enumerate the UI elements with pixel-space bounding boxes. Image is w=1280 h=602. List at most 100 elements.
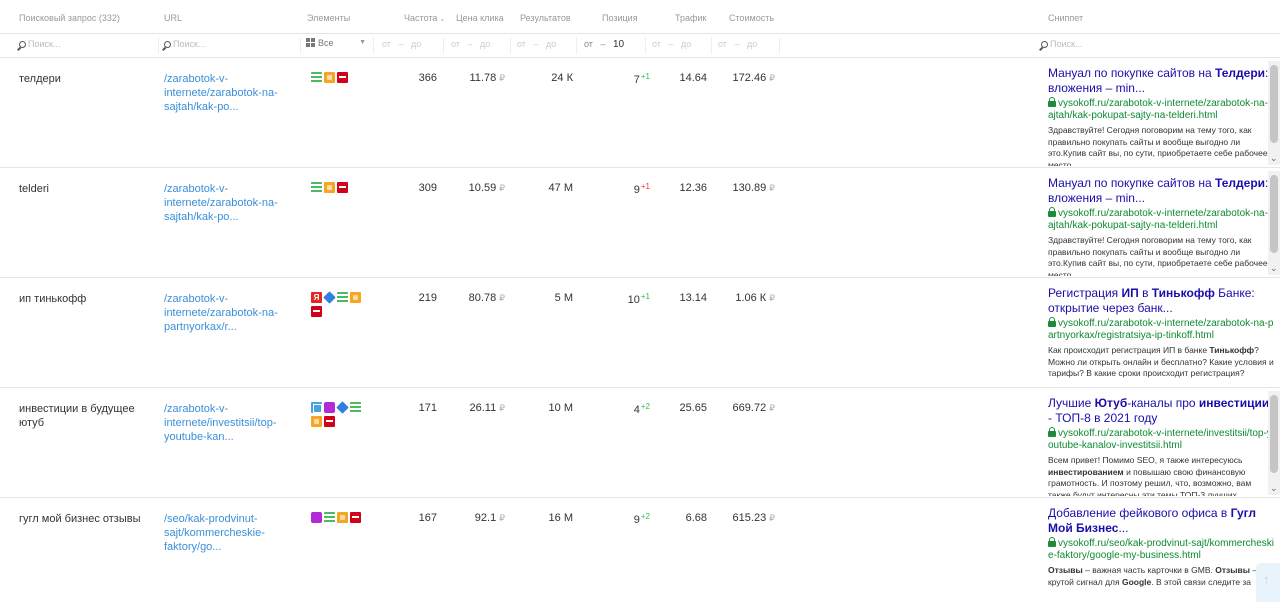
snippet-scrollbar[interactable]: ⌄: [1268, 61, 1280, 165]
query-text[interactable]: ип тинькофф: [19, 292, 149, 306]
results-value: 24 К: [551, 72, 573, 84]
snippet-title[interactable]: Добавление фейкового офиса в Гугл Мой Би…: [1048, 506, 1276, 536]
traffic-value: 13.14: [679, 292, 707, 304]
cost-number: 130.89: [732, 182, 767, 194]
currency-sign: ₽: [499, 73, 505, 83]
range-from[interactable]: от: [451, 39, 460, 49]
cost-range-filter[interactable]: от – до: [718, 39, 757, 49]
col-elements-header[interactable]: Элементы: [307, 13, 350, 23]
table-row[interactable]: telderi /zarabotok-v-internete/zarabotok…: [0, 168, 1280, 278]
serp-elements: [311, 72, 369, 86]
chevron-down-icon[interactable]: ⌄: [1270, 263, 1278, 274]
traffic-range-filter[interactable]: от – до: [652, 39, 691, 49]
range-to[interactable]: до: [546, 39, 556, 49]
cost-number: 172.46: [732, 72, 767, 84]
position-delta: +2: [640, 402, 650, 411]
snippet-url[interactable]: vysokoff.ru/zarabotok-v-internete/zarabo…: [1048, 207, 1276, 232]
url-link[interactable]: /zarabotok-v-internete/zarabotok-na-sajt…: [164, 72, 286, 114]
range-from[interactable]: от: [718, 39, 727, 49]
yandex-letter: Я: [313, 293, 320, 302]
url-link[interactable]: /zarabotok-v-internete/zarabotok-na-part…: [164, 292, 286, 334]
col-url-header[interactable]: URL: [164, 13, 182, 23]
snippet-title[interactable]: Лучшие Ютуб-каналы про инвестиции - ТОП-…: [1048, 396, 1276, 426]
range-dash: –: [600, 39, 606, 49]
position-number: 7: [633, 74, 640, 86]
chevron-down-icon[interactable]: ⌄: [1270, 153, 1278, 164]
position-to-value[interactable]: 10: [613, 39, 624, 50]
cpc-range-filter[interactable]: от – до: [451, 39, 490, 49]
chevron-down-icon[interactable]: ⌄: [1270, 483, 1278, 494]
results-value: 10 М: [548, 402, 573, 414]
scrollbar-thumb[interactable]: [1270, 175, 1278, 253]
url-link[interactable]: /seo/kak-prodvinut-sajt/kommercheskie-fa…: [164, 512, 286, 554]
snippet-url[interactable]: vysokoff.ru/zarabotok-v-internete/invest…: [1048, 427, 1276, 452]
table-row[interactable]: гугл мой бизнес отзывы /seo/kak-prodvinu…: [0, 498, 1280, 602]
position-range-filter[interactable]: от – 10: [584, 39, 624, 50]
lock-icon: [1048, 207, 1056, 217]
range-from[interactable]: от: [584, 39, 593, 49]
table-row[interactable]: инвестиции в будущее ютуб /zarabotok-v-i…: [0, 388, 1280, 498]
scrollbar-thumb[interactable]: [1270, 65, 1278, 143]
query-text[interactable]: telderi: [19, 182, 149, 196]
col-position-header[interactable]: Позиция: [602, 13, 638, 23]
elements-filter-select[interactable]: Все ▼: [306, 38, 366, 48]
url-link[interactable]: /zarabotok-v-internete/zarabotok-na-sajt…: [164, 182, 286, 224]
snippet-title[interactable]: Мануал по покупке сайтов на Телдери: вло…: [1048, 176, 1276, 206]
snippet-title[interactable]: Мануал по покупке сайтов на Телдери: вло…: [1048, 66, 1276, 96]
scroll-to-top-button[interactable]: [1256, 563, 1280, 602]
range-to[interactable]: до: [411, 39, 421, 49]
query-search-input[interactable]: Поиск...: [19, 39, 60, 49]
range-dash: –: [734, 39, 740, 49]
divider: [300, 37, 301, 54]
url-link[interactable]: /zarabotok-v-internete/investitsii/top-y…: [164, 402, 286, 444]
lines-serp-feature-icon: [324, 512, 335, 523]
query-text[interactable]: инвестиции в будущее ютуб: [19, 402, 149, 430]
snippet-url[interactable]: vysokoff.ru/zarabotok-v-internete/zarabo…: [1048, 317, 1276, 342]
snippet-url[interactable]: vysokoff.ru/zarabotok-v-internete/zarabo…: [1048, 97, 1276, 122]
range-from[interactable]: от: [382, 39, 391, 49]
snippet-url-text: vysokoff.ru/zarabotok-v-internete/zarabo…: [1048, 318, 1274, 341]
scrollbar-thumb[interactable]: [1270, 395, 1278, 473]
snippet-scrollbar[interactable]: ⌄: [1268, 391, 1280, 495]
col-cpc-header[interactable]: Цена клика: [456, 13, 504, 23]
table-row[interactable]: телдери /zarabotok-v-internete/zarabotok…: [0, 58, 1280, 168]
results-value: 5 М: [554, 292, 573, 304]
currency-sign: ₽: [499, 403, 505, 413]
range-from[interactable]: от: [517, 39, 526, 49]
col-traffic-header[interactable]: Трафик: [675, 13, 706, 23]
currency-sign: ₽: [769, 293, 775, 303]
range-to[interactable]: до: [747, 39, 757, 49]
video-serp-feature-icon: [311, 512, 322, 523]
range-to[interactable]: до: [480, 39, 490, 49]
col-query-header[interactable]: Поисковый запрос (332): [19, 13, 120, 23]
divider: [645, 37, 646, 54]
col-frequency-header[interactable]: Частота ⌄: [404, 13, 445, 23]
results-range-filter[interactable]: от – до: [517, 39, 556, 49]
traffic-value: 25.65: [679, 402, 707, 414]
snippet-scrollbar[interactable]: ⌄: [1268, 171, 1280, 275]
snippet-url-text: vysokoff.ru/zarabotok-v-internete/zarabo…: [1048, 98, 1273, 121]
red-serp-feature-icon: [337, 72, 348, 83]
table-row[interactable]: ип тинькофф /zarabotok-v-internete/zarab…: [0, 278, 1280, 388]
query-text[interactable]: телдери: [19, 72, 149, 86]
currency-sign: ₽: [499, 183, 505, 193]
sort-desc-icon: ⌄: [439, 16, 446, 23]
snippet-search-input[interactable]: Поиск...: [1041, 39, 1082, 49]
currency-sign: ₽: [769, 513, 775, 523]
frequency-range-filter[interactable]: от – до: [382, 39, 421, 49]
col-results-header[interactable]: Результатов: [520, 13, 571, 23]
snippet-title[interactable]: Регистрация ИП в Тинькофф Банке: открыти…: [1048, 286, 1276, 316]
url-search-input[interactable]: Поиск...: [164, 39, 205, 49]
query-text[interactable]: гугл мой бизнес отзывы: [19, 512, 149, 526]
lines-serp-feature-icon: [350, 402, 361, 413]
snippet-url[interactable]: vysokoff.ru/seo/kak-prodvinut-sajt/komme…: [1048, 537, 1276, 562]
col-snippet-header[interactable]: Сниппет: [1048, 13, 1083, 23]
range-dash: –: [467, 39, 473, 49]
cube-serp-feature-icon: [336, 401, 349, 414]
traffic-value: 14.64: [679, 72, 707, 84]
col-cost-header[interactable]: Стоимость: [729, 13, 774, 23]
range-from[interactable]: от: [652, 39, 661, 49]
cpc-number: 10.59: [468, 182, 497, 194]
range-to[interactable]: до: [681, 39, 691, 49]
col-frequency-label: Частота: [404, 13, 438, 23]
